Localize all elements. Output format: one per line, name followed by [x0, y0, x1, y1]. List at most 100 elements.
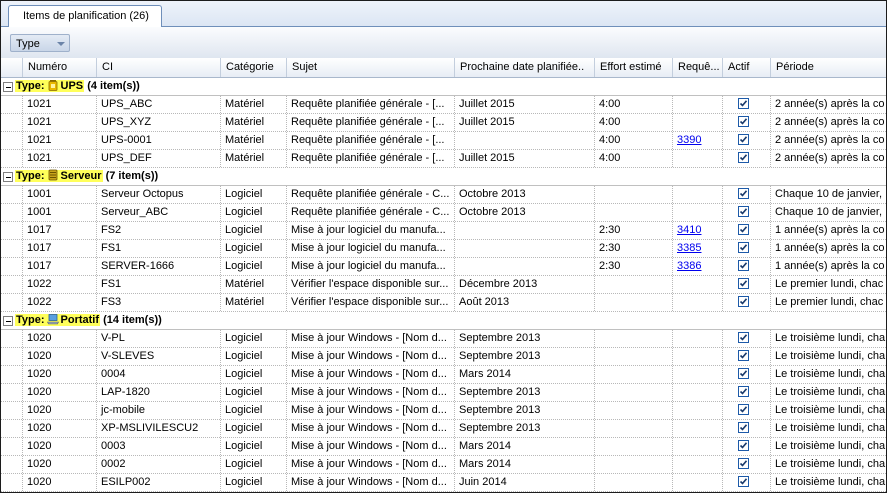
- table-row[interactable]: 1021 UPS_ABC Matériel Requête planifiée gén…: [1, 96, 886, 114]
- cell-actif[interactable]: [723, 258, 771, 275]
- cell-actif[interactable]: [723, 240, 771, 257]
- table-row[interactable]: 1020 V-SLEVES Logiciel Mise à jour Windows …: [1, 348, 886, 366]
- cell-requete[interactable]: 3385: [673, 240, 723, 257]
- cell-actif[interactable]: [723, 132, 771, 149]
- tab-planning-items[interactable]: Items de planification (26): [8, 5, 162, 27]
- cell-actif[interactable]: [723, 276, 771, 293]
- cell-actif[interactable]: [723, 384, 771, 401]
- active-checkbox[interactable]: [738, 458, 749, 469]
- table-row[interactable]: 1020 XP-MSLIVILESCU2 Logiciel Mise à jour W…: [1, 420, 886, 438]
- active-checkbox[interactable]: [738, 278, 749, 289]
- cell-actif[interactable]: [723, 456, 771, 473]
- active-checkbox[interactable]: [738, 152, 749, 163]
- cell-actif[interactable]: [723, 474, 771, 491]
- active-checkbox[interactable]: [738, 476, 749, 487]
- cell-actif[interactable]: [723, 438, 771, 455]
- request-link[interactable]: 3386: [677, 260, 701, 272]
- cell-actif[interactable]: [723, 402, 771, 419]
- cell-categorie: Logiciel: [221, 258, 287, 275]
- cell-numero: 1020: [23, 420, 97, 437]
- cell-categorie: Logiciel: [221, 456, 287, 473]
- column-header-numero[interactable]: Numéro: [23, 58, 97, 77]
- table-row[interactable]: 1020 0002 Logiciel Mise à jour Windows - [N…: [1, 456, 886, 474]
- table-row[interactable]: 1020 0004 Logiciel Mise à jour Windows - [N…: [1, 366, 886, 384]
- cell-actif[interactable]: [723, 366, 771, 383]
- column-header-sujet[interactable]: Sujet: [287, 58, 455, 77]
- table-row[interactable]: 1001 Serveur Octopus Logiciel Requête plani…: [1, 186, 886, 204]
- cell-actif[interactable]: [723, 114, 771, 131]
- active-checkbox[interactable]: [738, 404, 749, 415]
- table-row[interactable]: 1022 FS3 Matériel Vérifier l'espace disponi…: [1, 294, 886, 312]
- cell-actif[interactable]: [723, 330, 771, 347]
- column-header-categorie[interactable]: Catégorie: [221, 58, 287, 77]
- cell-requete[interactable]: 3410: [673, 222, 723, 239]
- cell-effort: [595, 420, 673, 437]
- cell-actif[interactable]: [723, 204, 771, 221]
- cell-date: [455, 240, 595, 257]
- active-checkbox[interactable]: [738, 98, 749, 109]
- column-header-actif[interactable]: Actif: [723, 58, 771, 77]
- column-header-date[interactable]: Prochaine date planifiée..: [455, 58, 595, 77]
- cell-sujet: Vérifier l'espace disponible sur...: [287, 294, 455, 311]
- cell-actif[interactable]: [723, 420, 771, 437]
- column-header-ci[interactable]: CI: [97, 58, 221, 77]
- active-checkbox[interactable]: [738, 350, 749, 361]
- table-row[interactable]: 1017 SERVER-1666 Logiciel Mise à jour logic…: [1, 258, 886, 276]
- table-row[interactable]: 1017 FS1 Logiciel Mise à jour logiciel du m…: [1, 240, 886, 258]
- cell-effort: [595, 348, 673, 365]
- cell-actif[interactable]: [723, 150, 771, 167]
- active-checkbox[interactable]: [738, 422, 749, 433]
- active-checkbox[interactable]: [738, 332, 749, 343]
- column-header-periode[interactable]: Période: [771, 58, 886, 77]
- cell-categorie: Logiciel: [221, 330, 287, 347]
- active-checkbox[interactable]: [738, 188, 749, 199]
- cell-date: Septembre 2013: [455, 420, 595, 437]
- cell-periode: Le troisième lundi, cha: [775, 350, 886, 362]
- cell-actif[interactable]: [723, 96, 771, 113]
- active-checkbox[interactable]: [738, 260, 749, 271]
- table-row[interactable]: 1021 UPS_DEF Matériel Requête planifiée gén…: [1, 150, 886, 168]
- group-row-portatif[interactable]: Type: Portatif (14 item(s)): [1, 312, 886, 330]
- active-checkbox[interactable]: [738, 224, 749, 235]
- request-link[interactable]: 3385: [677, 242, 701, 254]
- active-checkbox[interactable]: [738, 296, 749, 307]
- table-row[interactable]: 1001 Serveur_ABC Logiciel Requête planifiée…: [1, 204, 886, 222]
- cell-actif[interactable]: [723, 294, 771, 311]
- cell-actif[interactable]: [723, 222, 771, 239]
- active-checkbox[interactable]: [738, 116, 749, 127]
- table-row[interactable]: 1020 jc-mobile Logiciel Mise à jour Windows…: [1, 402, 886, 420]
- cell-actif[interactable]: [723, 348, 771, 365]
- cell-actif[interactable]: [723, 186, 771, 203]
- cell-sujet: Mise à jour Windows - [Nom d...: [287, 384, 455, 401]
- active-checkbox[interactable]: [738, 386, 749, 397]
- column-header-requete[interactable]: Requê...: [673, 58, 723, 77]
- table-row[interactable]: 1020 ESILP002 Logiciel Mise à jour Windows …: [1, 474, 886, 492]
- group-row-ups[interactable]: Type: UPS (4 item(s)): [1, 78, 886, 96]
- cell-requete[interactable]: 3390: [673, 132, 723, 149]
- active-checkbox[interactable]: [738, 134, 749, 145]
- collapse-icon[interactable]: [3, 172, 13, 182]
- active-checkbox[interactable]: [738, 440, 749, 451]
- cell-date: Septembre 2013: [455, 402, 595, 419]
- table-row[interactable]: 1021 UPS_XYZ Matériel Requête planifiée gén…: [1, 114, 886, 132]
- cell-ci: XP-MSLIVILESCU2: [97, 420, 221, 437]
- request-link[interactable]: 3390: [677, 134, 701, 146]
- group-row-serveur[interactable]: Type: Serveur (7 item(s)): [1, 168, 886, 186]
- active-checkbox[interactable]: [738, 206, 749, 217]
- collapse-icon[interactable]: [3, 316, 13, 326]
- table-row[interactable]: 1022 FS1 Matériel Vérifier l'espace disponi…: [1, 276, 886, 294]
- collapse-icon[interactable]: [3, 82, 13, 92]
- chevron-down-icon: [57, 42, 65, 46]
- table-row[interactable]: 1020 0003 Logiciel Mise à jour Windows - [N…: [1, 438, 886, 456]
- cell-requete[interactable]: 3386: [673, 258, 723, 275]
- group-by-label: Type: [16, 38, 40, 50]
- table-row[interactable]: 1020 LAP-1820 Logiciel Mise à jour Windows …: [1, 384, 886, 402]
- column-header-effort[interactable]: Effort estimé: [595, 58, 673, 77]
- table-row[interactable]: 1021 UPS-0001 Matériel Requête planifiée gé…: [1, 132, 886, 150]
- table-row[interactable]: 1020 V-PL Logiciel Mise à jour Windows - [N…: [1, 330, 886, 348]
- request-link[interactable]: 3410: [677, 224, 701, 236]
- active-checkbox[interactable]: [738, 242, 749, 253]
- group-by-type-button[interactable]: Type: [10, 34, 70, 52]
- active-checkbox[interactable]: [738, 368, 749, 379]
- table-row[interactable]: 1017 FS2 Logiciel Mise à jour logiciel du m…: [1, 222, 886, 240]
